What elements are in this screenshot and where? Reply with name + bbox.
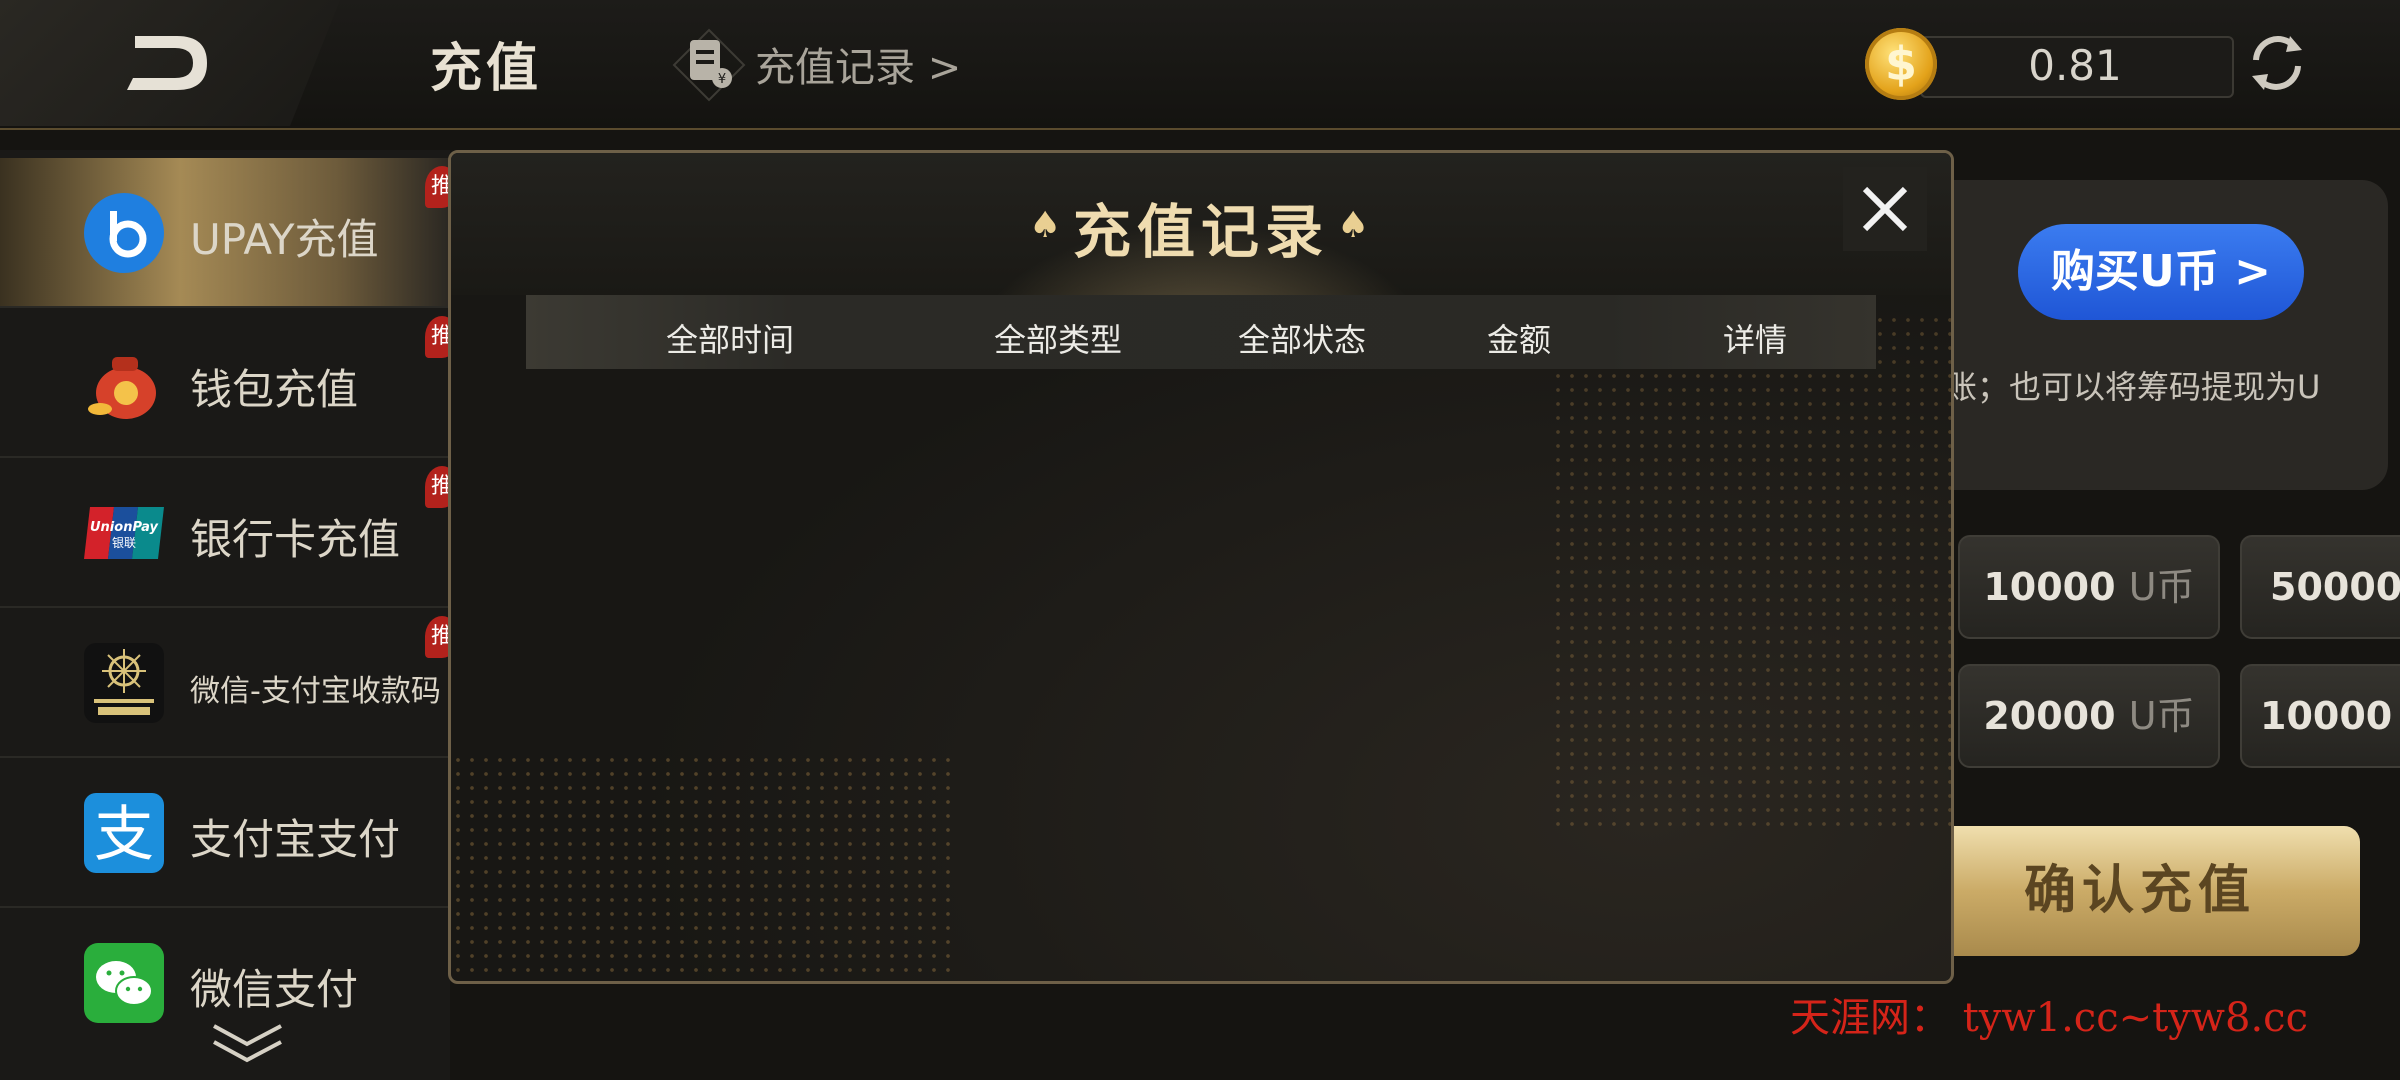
sidebar-item-label: 微信支付 [190, 965, 359, 1014]
amount-value: 10000 [1983, 565, 2116, 609]
alipay-icon: 支 [84, 793, 164, 873]
sidebar-item-label: 银行卡充值 [190, 515, 401, 564]
sidebar-item-upay[interactable]: UPAY充值 推 [0, 158, 459, 308]
amount-value: 10000 [2260, 694, 2393, 738]
record-link[interactable]: 充值记录 > [755, 35, 961, 93]
filter-status[interactable]: 全部状态 [1238, 315, 1366, 361]
column-details: 详情 [1723, 321, 1788, 359]
sidebar-item-label: 微信-支付宝收款码 [190, 674, 441, 709]
casino-logo-icon [84, 643, 164, 723]
amount-option[interactable]: 20000 U币 [1958, 664, 2220, 768]
unionpay-text: UnionPay [90, 520, 159, 535]
wechat-icon [84, 943, 164, 1023]
chevron-down-icon[interactable] [210, 1020, 285, 1065]
unionpay-icon: UnionPay 银联 [84, 507, 164, 559]
confirm-recharge-button[interactable]: 确认充值 [1920, 826, 2360, 956]
amount-value: 20000 [1983, 694, 2116, 738]
unionpay-cn-text: 银联 [112, 536, 136, 550]
svg-text:¥: ¥ [718, 72, 726, 87]
buy-u-coin-button[interactable]: 购买U币 > [2018, 224, 2304, 320]
sidebar-item-label: 支付宝支付 [190, 815, 401, 864]
sidebar-item-label: 钱包充值 [190, 365, 359, 414]
record-icon[interactable]: ¥ [672, 28, 746, 102]
modal-title: 充值记录 [1072, 198, 1329, 266]
column-amount: 金额 [1487, 321, 1552, 359]
amount-option[interactable]: 10000 [2240, 664, 2400, 768]
coin-icon: $ [1865, 28, 1937, 100]
amount-option[interactable]: 50000 [2240, 535, 2400, 639]
sidebar-item-wallet[interactable]: 钱包充值 推 [0, 308, 459, 458]
amount-unit: U币 [2128, 694, 2195, 738]
svg-text:支: 支 [94, 800, 154, 870]
spade-icon: ♠ [1337, 205, 1370, 246]
filter-type[interactable]: 全部类型 [994, 315, 1122, 361]
upay-description: 账；也可以将筹码提现为U [1945, 368, 2321, 406]
watermark-text: 天涯网： tyw1.cc~tyw8.cc [1790, 995, 2308, 1041]
close-icon[interactable] [1843, 167, 1927, 251]
spade-icon: ♠ [1029, 205, 1062, 246]
amount-unit: U币 [2128, 565, 2195, 609]
balance-value: 0.81 [2028, 41, 2122, 90]
refresh-icon[interactable] [2244, 30, 2310, 96]
page-title: 充值 [430, 39, 543, 99]
decor-dots [1551, 313, 1951, 833]
sidebar-item-label: UPAY充值 [190, 215, 379, 264]
decor-dots [451, 753, 951, 981]
sidebar: UPAY充值 推 钱包充值 推 UnionPay 银联 银行卡充值 推 微信-支… [0, 150, 459, 1080]
sidebar-item-qr-code[interactable]: 微信-支付宝收款码 推 [0, 608, 459, 758]
sidebar-item-bank-card[interactable]: UnionPay 银联 银行卡充值 推 [0, 458, 459, 608]
amount-value: 50000 [2270, 565, 2400, 609]
money-bag-icon [88, 357, 156, 419]
amount-option[interactable]: 10000 U币 [1958, 535, 2220, 639]
recharge-record-modal: 充值记录 ♠ ♠ 全部时间 全部类型 全部状态 金额 详情 [448, 150, 1954, 984]
back-icon[interactable] [115, 28, 215, 98]
sidebar-item-alipay[interactable]: 支 支付宝支付 [0, 758, 450, 908]
upay-icon [84, 193, 164, 273]
filter-time[interactable]: 全部时间 [666, 315, 794, 361]
